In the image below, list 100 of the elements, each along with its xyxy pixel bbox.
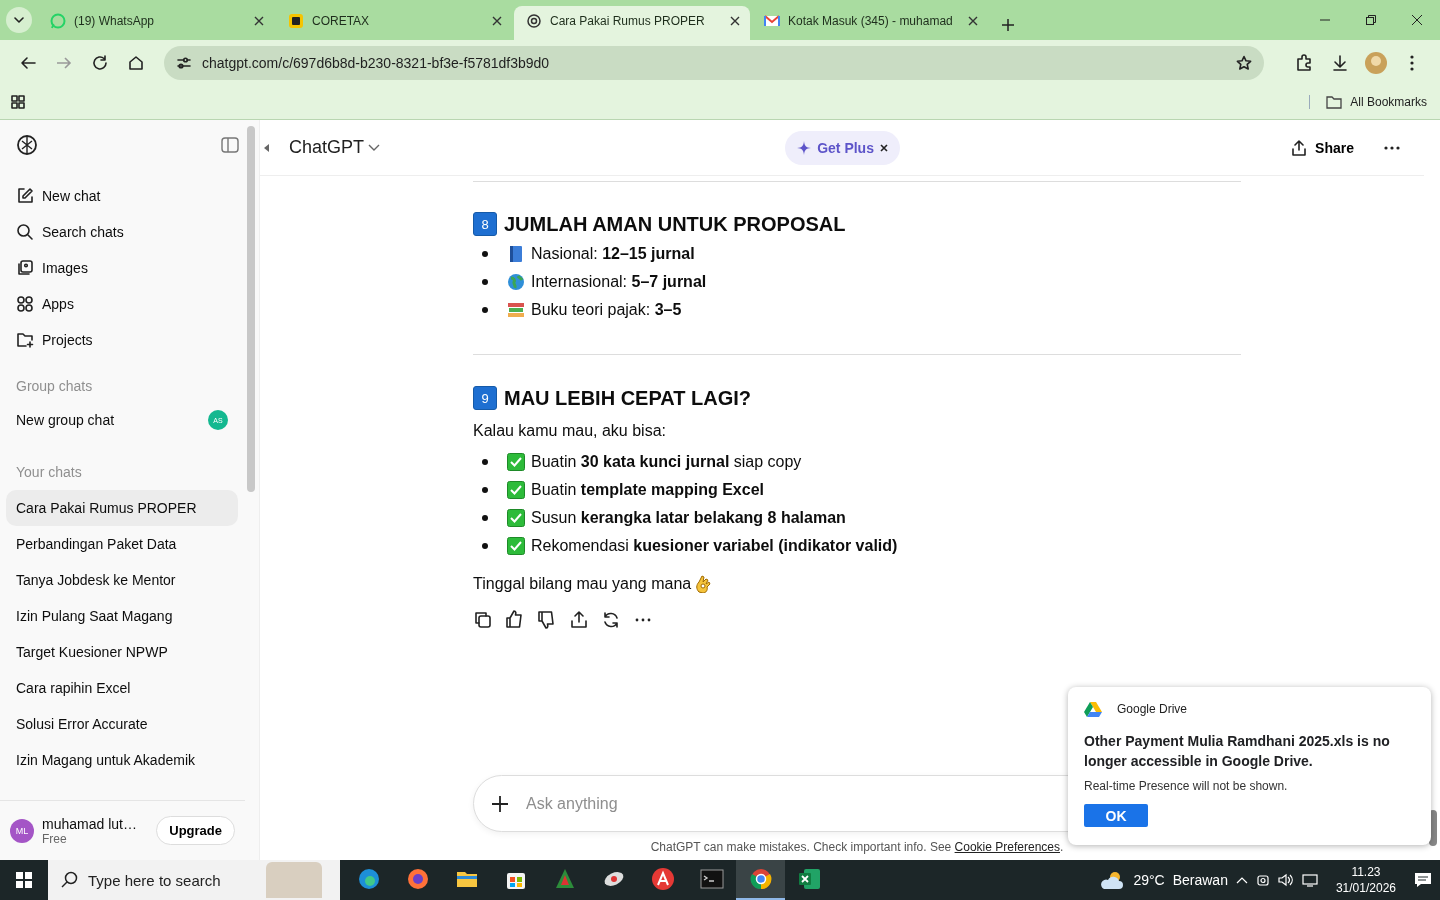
- model-selector[interactable]: ChatGPT: [289, 137, 381, 158]
- bullet-dot: [482, 515, 488, 521]
- sidebar-nav-item[interactable]: Apps: [6, 286, 238, 322]
- number-badge: 8: [473, 212, 497, 236]
- sidebar-nav-item[interactable]: Projects: [6, 322, 238, 358]
- letter-a-logo-icon: [650, 867, 675, 891]
- bullet-dot: [482, 543, 488, 549]
- puzzle-piece-icon[interactable]: [1295, 53, 1313, 72]
- browser-tab[interactable]: CORETAX: [276, 6, 512, 40]
- tab-search-button[interactable]: [6, 7, 32, 33]
- notification-icon[interactable]: [1414, 872, 1432, 888]
- ok-button[interactable]: OK: [1084, 804, 1148, 827]
- plus-icon: [489, 793, 511, 815]
- site-settings-icon[interactable]: [176, 54, 192, 71]
- chevron-up-icon[interactable]: [1235, 876, 1248, 884]
- reload-icon[interactable]: [91, 53, 109, 72]
- check-mark-icon: [507, 537, 525, 555]
- circle-logo-icon: [748, 867, 773, 891]
- close-icon[interactable]: [879, 143, 888, 152]
- new-tab-icon[interactable]: [1002, 19, 1014, 31]
- thumbs-down-icon[interactable]: [537, 610, 557, 630]
- sidebar-toggle-icon[interactable]: [221, 137, 239, 153]
- download-icon[interactable]: [1331, 53, 1349, 72]
- copy-icon[interactable]: [473, 610, 493, 630]
- cloud-sun-icon[interactable]: [1099, 870, 1126, 890]
- share-icon: [1291, 139, 1308, 156]
- list-item-text: Buatin 30 kata kunci jurnal siap copy: [531, 453, 802, 471]
- envelope-icon: [764, 13, 780, 29]
- close-icon[interactable]: [254, 16, 264, 26]
- network-monitor-icon[interactable]: [1301, 873, 1318, 887]
- close-icon[interactable]: [730, 16, 740, 26]
- thumbs-up-icon[interactable]: [505, 610, 525, 630]
- chevron-down-icon: [14, 17, 24, 23]
- chat-history-item[interactable]: Tanya Jobdesk ke Mentor: [6, 562, 238, 598]
- chat-history-item[interactable]: Perbandingan Paket Data: [6, 526, 238, 562]
- chat-history-item[interactable]: Izin Pulang Saat Magang: [6, 598, 238, 634]
- section-heading: JUMLAH AMAN UNTUK PROPOSAL: [504, 212, 846, 236]
- share-icon[interactable]: [569, 610, 589, 630]
- chat-history-item[interactable]: Izin Magang untuk Akademik: [6, 742, 238, 778]
- list-item-text: Susun kerangka latar belakang 8 halaman: [531, 509, 846, 527]
- disclaimer-text: ChatGPT can make mistakes. Check important info. See Cookie Preferences.: [650, 840, 1064, 854]
- zebra-illustration: [266, 862, 322, 898]
- chat-history-item[interactable]: Solusi Error Accurate: [6, 706, 238, 742]
- section-heading: MAU LEBIH CEPAT LAGI?: [504, 386, 752, 410]
- chat-history-item[interactable]: Cara Pakai Rumus PROPER: [6, 490, 238, 526]
- weather-condition-text: Berawan: [1172, 872, 1228, 888]
- collapse-arrow-icon[interactable]: [264, 143, 269, 152]
- share-button[interactable]: Share: [1285, 138, 1360, 157]
- temperature-text: 29°C: [1133, 872, 1165, 888]
- close-icon[interactable]: [492, 16, 502, 26]
- cookie-preferences-link[interactable]: Cookie Preferences: [954, 840, 1060, 854]
- closing-text: Tinggal bilang mau yang mana: [473, 575, 692, 593]
- sidebar-nav-item[interactable]: Images: [6, 250, 238, 286]
- swirl-icon: [356, 867, 381, 891]
- scrollbar-thumb[interactable]: [247, 126, 255, 492]
- meet-now-icon[interactable]: [1255, 873, 1270, 887]
- chat-history-item[interactable]: Cara rapihin Excel: [6, 670, 238, 706]
- list-item-text: Rekomendasi kuesioner variabel (indikator valid): [531, 537, 898, 555]
- number-badge: 9: [473, 386, 497, 410]
- check-mark-icon: [507, 509, 525, 527]
- bullet-dot: [482, 459, 488, 465]
- section-heading: Group chats: [15, 377, 94, 396]
- clock-date[interactable]: 31/01/2026: [1335, 880, 1396, 896]
- restore-icon[interactable]: [1366, 15, 1376, 25]
- group-chat-item[interactable]: New group chat: [16, 412, 115, 428]
- chat-history-item[interactable]: Target Kuesioner NPWP: [6, 634, 238, 670]
- apps-grid-icon[interactable]: [11, 95, 25, 109]
- list-item-text: Buku teori pajak: 3–5: [531, 301, 682, 319]
- bullet-dot: [482, 487, 488, 493]
- notification-title: Other Payment Mulia Ramdhani 2025.xls is no longer accessible in Google Drive.: [1084, 732, 1391, 771]
- all-bookmarks-link[interactable]: All Bookmarks: [1326, 95, 1427, 109]
- spreadsheet-icon: [797, 867, 822, 891]
- regenerate-icon[interactable]: [601, 610, 621, 630]
- attach-button[interactable]: [489, 793, 511, 815]
- sidebar-nav-item[interactable]: New chat: [6, 178, 238, 214]
- clock-time[interactable]: 11.23: [1351, 864, 1381, 880]
- sidebar-nav-item[interactable]: Search chats: [6, 214, 238, 250]
- browser-tab[interactable]: Kotak Masuk (345) - muhamad: [752, 6, 988, 40]
- ok-hand-icon: [695, 575, 712, 593]
- upgrade-button[interactable]: Upgrade: [156, 816, 235, 845]
- home-icon[interactable]: [127, 53, 145, 72]
- list-item-text: Internasional: 5–7 jurnal: [531, 273, 707, 291]
- more-options-icon[interactable]: [1384, 145, 1400, 150]
- knot-logo-icon[interactable]: [16, 134, 38, 156]
- fox-globe-icon: [405, 867, 430, 891]
- browser-tab[interactable]: Cara Pakai Rumus PROPER: [514, 6, 750, 40]
- windows-logo-icon[interactable]: [16, 872, 32, 888]
- taskbar-search-field[interactable]: Type here to search: [48, 860, 340, 900]
- browser-tab[interactable]: (19) WhatsApp: [38, 6, 274, 40]
- close-icon[interactable]: [968, 16, 978, 26]
- get-plus-button[interactable]: Get Plus: [785, 130, 900, 165]
- intro-text: Kalau kamu mau, aku bisa:: [473, 421, 667, 441]
- app-name: Google Drive: [1117, 702, 1188, 716]
- close-icon[interactable]: [1412, 15, 1422, 25]
- user-name: muhamad lut…: [42, 815, 138, 832]
- speaker-icon[interactable]: [1277, 873, 1294, 887]
- bullet-dot: [482, 307, 488, 313]
- star-icon[interactable]: [1236, 54, 1252, 71]
- pencil-square-icon: [16, 187, 34, 205]
- folder-icon: [1326, 95, 1343, 109]
